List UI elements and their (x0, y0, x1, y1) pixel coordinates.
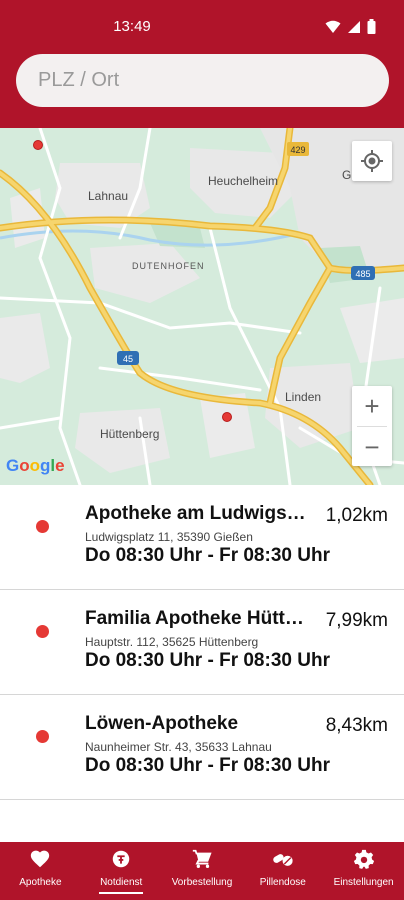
map-label-huettenberg: Hüttenberg (100, 427, 160, 441)
bottom-navigation: Apotheke Notdienst Vorbestellung Pillend… (0, 842, 404, 900)
nav-item-apotheke[interactable]: Apotheke (0, 842, 81, 900)
nav-item-notdienst[interactable]: Notdienst (81, 842, 162, 900)
pharmacy-name: Familia Apotheke Hüttenberg (85, 608, 313, 629)
road-shield-a485-label: 485 (355, 269, 370, 279)
google-logo: Google (6, 456, 65, 476)
pharmacy-name: Apotheke am Ludwigsplatz (85, 503, 313, 524)
google-logo-letter: G (6, 456, 20, 475)
pharmacy-marker-dot (36, 730, 49, 743)
nav-label: Vorbestellung (171, 877, 233, 888)
pharmacy-marker-dot (36, 625, 49, 638)
crosshair-icon (361, 150, 383, 172)
pharmacy-name: Löwen-Apotheke (85, 713, 239, 734)
google-logo-letter: e (55, 456, 65, 475)
nav-item-pillendose[interactable]: Pillendose (242, 842, 323, 900)
pharmacy-hours: Do 08:30 Uhr - Fr 08:30 Uhr (85, 650, 330, 671)
pharmacy-list-item[interactable]: Löwen-Apotheke 8,43km Naunheimer Str. 43… (0, 695, 404, 800)
map-view[interactable]: 429 485 45 Lahnau Heuchelheim Gießen DUT… (0, 128, 404, 485)
nav-label: Notdienst (100, 877, 143, 888)
pharmacy-address: Hauptstr. 112, 35625 Hüttenberg (85, 635, 259, 649)
status-time: 13:49 (113, 18, 151, 35)
pharmacy-list: Apotheke am Ludwigsplatz 1,02km Ludwigsp… (0, 485, 404, 800)
pharmacy-distance: 8,43km (325, 715, 388, 736)
nav-item-vorbestellung[interactable]: Vorbestellung (162, 842, 243, 900)
pharmacy-address: Ludwigsplatz 11, 35390 Gießen (85, 530, 253, 544)
pharmacy-list-item[interactable]: Apotheke am Ludwigsplatz 1,02km Ludwigsp… (0, 485, 404, 590)
signal-icon (348, 20, 360, 33)
my-location-button[interactable] (352, 141, 392, 181)
map-label-dutenhofen: DUTENHOFEN (132, 261, 205, 271)
map-marker-pharmacy[interactable] (222, 412, 232, 422)
status-icons (325, 19, 376, 34)
heart-icon (31, 850, 50, 868)
road-shield-b429-label: 429 (290, 145, 305, 155)
nav-label: Pillendose (259, 877, 306, 888)
pharmacy-hours: Do 08:30 Uhr - Fr 08:30 Uhr (85, 545, 330, 566)
cross-circle-icon (112, 850, 130, 868)
pharmacy-hours: Do 08:30 Uhr - Fr 08:30 Uhr (85, 755, 330, 776)
battery-icon (367, 19, 376, 34)
pharmacy-distance: 1,02km (325, 505, 388, 526)
pharmacy-distance: 7,99km (325, 610, 388, 631)
nav-label: Einstellungen (333, 877, 394, 888)
nav-label: Apotheke (19, 877, 62, 888)
gear-icon (353, 849, 374, 869)
cart-icon (192, 849, 212, 868)
zoom-in-button[interactable]: + (352, 386, 392, 426)
pharmacy-list-item[interactable]: Familia Apotheke Hüttenberg 7,99km Haupt… (0, 590, 404, 695)
nav-item-einstellungen[interactable]: Einstellungen (323, 842, 404, 900)
nav-active-indicator (99, 892, 144, 894)
app-header: 13:49 (0, 0, 404, 128)
map-label-heuchelheim: Heuchelheim (208, 174, 279, 188)
search-input[interactable] (38, 54, 358, 107)
status-bar: 13:49 (0, 0, 404, 56)
google-logo-letter: o (19, 456, 30, 475)
pharmacy-address: Naunheimer Str. 43, 35633 Lahnau (85, 740, 272, 754)
google-logo-letter: o (29, 456, 41, 475)
road-shield-a45-label: 45 (123, 354, 133, 364)
zoom-out-button[interactable]: − (352, 427, 392, 467)
wifi-icon (325, 20, 341, 33)
search-box[interactable] (16, 54, 389, 107)
google-logo-letter: g (40, 456, 51, 475)
map-marker-pharmacy[interactable] (33, 140, 43, 150)
map-label-lahnau: Lahnau (88, 189, 129, 203)
pills-icon (273, 854, 293, 866)
map-label-linden: Linden (285, 390, 322, 404)
pharmacy-marker-dot (36, 520, 49, 533)
zoom-controls: + − (352, 386, 392, 466)
